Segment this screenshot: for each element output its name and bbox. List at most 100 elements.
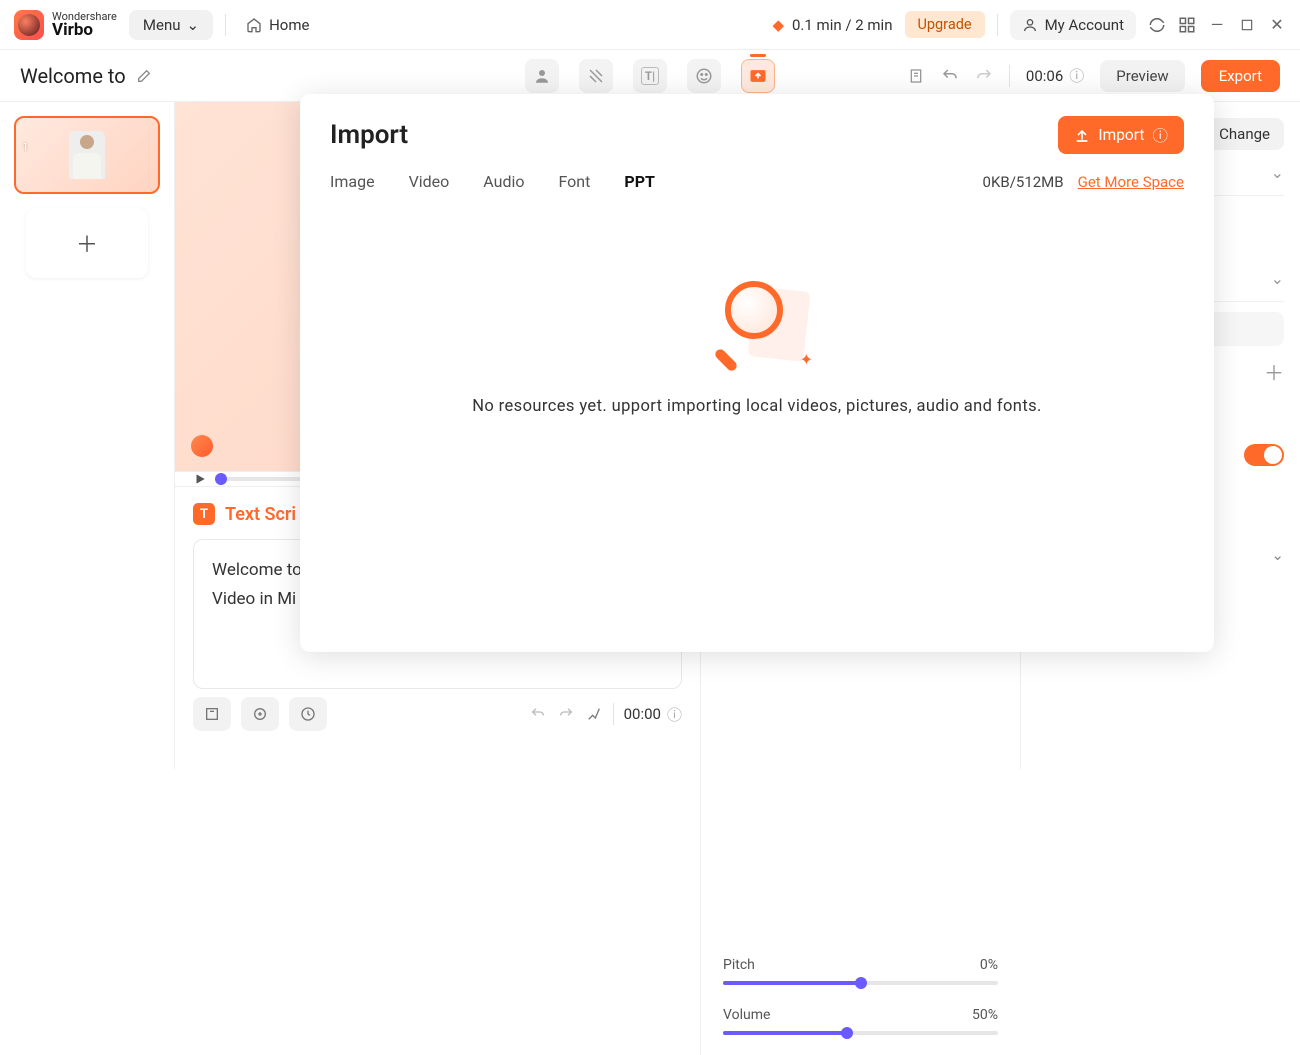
- close-button[interactable]: ✕: [1268, 16, 1286, 34]
- help-icon[interactable]: ⓘ: [667, 704, 682, 725]
- maximize-button[interactable]: [1238, 16, 1256, 34]
- notes-icon[interactable]: [907, 67, 925, 85]
- pitch-slider[interactable]: [723, 981, 998, 985]
- my-account-button[interactable]: My Account: [1010, 10, 1136, 40]
- slide-rail: 1 ＋: [0, 102, 175, 769]
- upgrade-button[interactable]: Upgrade: [905, 11, 985, 38]
- title-bar: Wondershare Virbo Menu ⌄ Home ◆ 0.1 min …: [0, 0, 1300, 50]
- text-script-badge: T: [193, 503, 215, 525]
- account-label: My Account: [1045, 16, 1124, 34]
- minimize-button[interactable]: —: [1208, 16, 1226, 34]
- upload-icon: [1074, 127, 1090, 143]
- undo-button[interactable]: [941, 67, 959, 85]
- import-tabs: Image Video Audio Font PPT 0KB/512MB Get…: [330, 172, 1184, 191]
- slide-thumb-1[interactable]: 1: [14, 116, 160, 194]
- divider: [997, 14, 998, 36]
- document-title: Welcome to: [20, 64, 152, 88]
- avatar-thumbnail: [69, 131, 105, 179]
- pitch-label: Pitch: [723, 957, 755, 973]
- divider: [1009, 65, 1010, 87]
- tab-image[interactable]: Image: [330, 172, 375, 191]
- script-redo-button[interactable]: [557, 705, 575, 723]
- import-modal: Import Import ⓘ Image Video Audio Font P…: [300, 94, 1214, 652]
- home-icon: [246, 17, 262, 33]
- toggle-switch[interactable]: [1244, 444, 1284, 466]
- change-button[interactable]: Change: [1205, 118, 1284, 150]
- modal-header: Import Import ⓘ: [330, 116, 1184, 154]
- divider: [225, 14, 226, 36]
- pitch-slider-block: Pitch 0%: [723, 957, 998, 985]
- script-tools: 00:00 ⓘ: [193, 697, 682, 731]
- pitch-fill: [723, 981, 861, 985]
- chevron-down-icon: ⌄: [187, 16, 200, 34]
- volume-thumb[interactable]: [841, 1027, 853, 1039]
- tab-video[interactable]: Video: [409, 172, 450, 191]
- ai-optimize-button[interactable]: [241, 697, 279, 731]
- logo-icon: [14, 10, 44, 40]
- tab-ppt[interactable]: PPT: [624, 172, 655, 191]
- avatar-tool[interactable]: [525, 59, 559, 93]
- apps-icon[interactable]: [1178, 16, 1196, 34]
- text-tool[interactable]: T|: [633, 59, 667, 93]
- refresh-icon[interactable]: [1148, 16, 1166, 34]
- magnifier-icon: ✦: [707, 281, 807, 371]
- edit-title-button[interactable]: [136, 68, 152, 84]
- export-button[interactable]: Export: [1201, 60, 1280, 92]
- volume-fill: [723, 1031, 847, 1035]
- canvas-avatar-badge: [191, 435, 213, 457]
- tab-audio[interactable]: Audio: [483, 172, 524, 191]
- pitch-value: 0%: [980, 957, 998, 973]
- center-tools: T|: [525, 59, 775, 93]
- storage-info: 0KB/512MB Get More Space: [983, 173, 1184, 191]
- timecode-value: 00:06: [1026, 67, 1063, 85]
- volume-label: Volume: [723, 1007, 770, 1023]
- scrubber-thumb[interactable]: [215, 473, 227, 485]
- timecode: 00:06 ⓘ: [1026, 65, 1084, 86]
- volume-slider-block: Volume 50%: [723, 1007, 998, 1035]
- divider: [613, 703, 614, 725]
- import-button-label: Import: [1098, 126, 1144, 144]
- sticker-tool[interactable]: [687, 59, 721, 93]
- empty-state: ✦ No resources yet. upport importing loc…: [330, 281, 1184, 416]
- volume-slider[interactable]: [723, 1031, 998, 1035]
- insert-pause-button[interactable]: [193, 697, 231, 731]
- import-button[interactable]: Import ⓘ: [1058, 116, 1184, 154]
- history-button[interactable]: [289, 697, 327, 731]
- get-more-space-link[interactable]: Get More Space: [1078, 173, 1184, 191]
- menu-label: Menu: [143, 16, 181, 34]
- app-logo: Wondershare Virbo: [14, 10, 117, 40]
- play-button[interactable]: [193, 472, 207, 486]
- script-duration-value: 00:00: [624, 705, 661, 723]
- clear-button[interactable]: [585, 705, 603, 723]
- home-label: Home: [269, 16, 309, 34]
- add-slide-button[interactable]: ＋: [26, 208, 148, 278]
- modal-title: Import: [330, 120, 408, 150]
- chevron-down-icon: ⌄: [1271, 546, 1284, 564]
- help-icon[interactable]: ⓘ: [1069, 65, 1084, 86]
- import-tool[interactable]: [741, 59, 775, 93]
- brand-line2: Virbo: [52, 22, 117, 39]
- home-button[interactable]: Home: [238, 12, 317, 38]
- tab-font[interactable]: Font: [559, 172, 591, 191]
- background-tool[interactable]: [579, 59, 613, 93]
- storage-quota: 0KB/512MB: [983, 173, 1064, 191]
- script-undo-button[interactable]: [529, 705, 547, 723]
- chevron-down-icon: ⌄: [1271, 269, 1284, 288]
- script-header-label: Text Scri: [225, 504, 296, 525]
- redo-button[interactable]: [975, 67, 993, 85]
- document-title-text: Welcome to: [20, 64, 126, 88]
- preview-button[interactable]: Preview: [1100, 60, 1184, 92]
- menu-button[interactable]: Menu ⌄: [129, 10, 213, 40]
- help-icon: ⓘ: [1152, 124, 1168, 146]
- usage-time: ◆ 0.1 min / 2 min: [772, 16, 892, 34]
- usage-time-value: 0.1 min / 2 min: [792, 16, 893, 34]
- script-duration: 00:00 ⓘ: [624, 704, 682, 725]
- pitch-thumb[interactable]: [855, 977, 867, 989]
- volume-value: 50%: [972, 1007, 998, 1023]
- slide-index: 1: [22, 140, 29, 154]
- empty-message: No resources yet. upport importing local…: [472, 397, 1042, 416]
- right-tools: 00:06 ⓘ Preview Export: [907, 60, 1280, 92]
- user-icon: [1022, 17, 1038, 33]
- chevron-down-icon: ⌄: [1271, 163, 1284, 182]
- diamond-icon: ◆: [772, 16, 784, 34]
